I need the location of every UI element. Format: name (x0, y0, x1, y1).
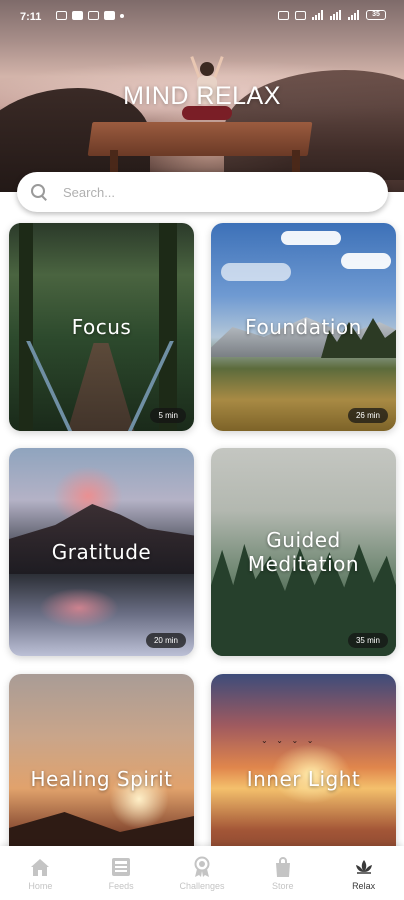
duration-badge: 35 min (347, 633, 388, 648)
hero-table (87, 122, 313, 156)
category-card-focus[interactable]: Focus 5 min (9, 223, 194, 431)
nav-label: Feeds (108, 880, 134, 891)
category-card-foundation[interactable]: Foundation 26 min (211, 223, 396, 431)
category-card-gratitude[interactable]: Gratitude 20 min (9, 448, 194, 656)
shopping-bag-icon (271, 856, 295, 878)
wifi-icon (330, 10, 342, 20)
home-icon (28, 856, 52, 878)
signal-icon (312, 10, 324, 20)
nav-item-store[interactable]: Store (243, 846, 323, 900)
alarm-icon (278, 10, 289, 20)
search-bar[interactable] (17, 172, 388, 212)
card-title: Guided Meditation (247, 528, 360, 576)
notification-app-icon (104, 11, 115, 20)
nav-item-home[interactable]: Home (0, 846, 80, 900)
lotus-icon (352, 856, 376, 878)
feeds-icon (109, 856, 133, 878)
status-bar: 7:11 35 (0, 0, 404, 34)
nav-item-challenges[interactable]: Challenges (162, 846, 242, 900)
duration-badge: 26 min (347, 408, 388, 423)
nav-item-relax[interactable]: Relax (324, 846, 404, 900)
nav-label: Store (272, 880, 294, 891)
relax-screen: MIND RELAX 7:11 35 Search... Focus 5 min… (0, 0, 404, 900)
duration-badge: 5 min (150, 408, 186, 423)
search-input[interactable] (61, 176, 365, 208)
category-card-guided-meditation[interactable]: Guided Meditation 35 min (211, 448, 396, 656)
bottom-nav: Home Feeds Challenges Store Relax (0, 846, 404, 900)
system-icons: 35 (278, 10, 386, 20)
search-icon (31, 184, 47, 201)
mute-icon (295, 10, 306, 20)
card-title: Foundation (245, 315, 362, 339)
nav-item-feeds[interactable]: Feeds (81, 846, 161, 900)
card-title: Inner Light (246, 767, 361, 791)
duration-badge: 20 min (145, 633, 186, 648)
nav-label: Challenges (179, 880, 225, 891)
nav-label: Relax (352, 880, 376, 891)
more-notifications-icon (120, 13, 124, 18)
award-icon (190, 856, 214, 878)
notification-app-icon (88, 11, 99, 20)
status-time: 7:11 (20, 11, 42, 23)
notification-icons (56, 11, 124, 20)
notification-app-icon (72, 11, 83, 20)
page-title: MIND RELAX (123, 82, 281, 110)
signal-icon (348, 10, 360, 20)
nav-label: Home (28, 880, 53, 891)
battery-icon: 35 (366, 10, 386, 20)
notification-app-icon (56, 11, 67, 20)
card-title: Focus (71, 315, 132, 339)
card-title: Gratitude (51, 540, 152, 564)
card-title: Healing Spirit (30, 767, 173, 791)
birds-icon: ⌄ ⌄ ⌄ ⌄ (261, 736, 317, 745)
